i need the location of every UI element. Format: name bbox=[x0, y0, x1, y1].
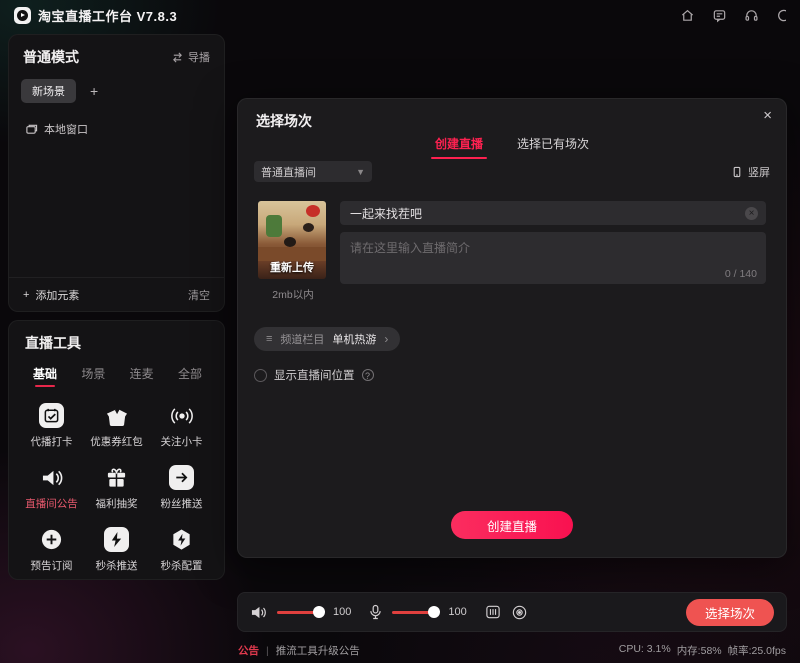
message-icon[interactable] bbox=[712, 8, 727, 23]
show-location-option[interactable]: 显示直播间位置 ? bbox=[254, 367, 374, 383]
add-scene-button[interactable]: + bbox=[90, 83, 98, 99]
tab-co-stream[interactable]: 连麦 bbox=[130, 365, 154, 387]
cover-art bbox=[306, 205, 320, 217]
fps-stat: 帧率:25.0fps bbox=[728, 643, 786, 658]
add-element-button[interactable]: + 添加元素 bbox=[23, 287, 79, 303]
live-description-input[interactable] bbox=[340, 232, 766, 284]
control-bar: 100 100 选择场次 bbox=[237, 592, 787, 632]
window-icon bbox=[25, 123, 38, 135]
tab-basic[interactable]: 基础 bbox=[33, 365, 57, 387]
tab-select-existing[interactable]: 选择已有场次 bbox=[517, 135, 589, 159]
portrait-mode-button[interactable]: 竖屏 bbox=[731, 164, 770, 180]
tab-all[interactable]: 全部 bbox=[178, 365, 202, 387]
scene-panel: 普通模式 导播 新场景 + 本地窗口 + 添加元素 清空 bbox=[8, 34, 225, 312]
notice-text[interactable]: 推流工具升级公告 bbox=[276, 643, 360, 658]
reupload-button[interactable]: 重新上传 bbox=[258, 259, 326, 275]
mode-title: 普通模式 bbox=[23, 47, 79, 67]
mic-slider[interactable] bbox=[392, 611, 438, 614]
upload-size-hint: 2mb以内 bbox=[258, 287, 328, 302]
tools-title: 直播工具 bbox=[19, 333, 214, 353]
modal-title: 选择场次 bbox=[256, 111, 312, 131]
tool-item[interactable]: 粉丝推送 bbox=[149, 465, 214, 511]
cover-image[interactable]: 重新上传 bbox=[258, 201, 326, 279]
tool-item[interactable]: 直播间公告 bbox=[19, 465, 84, 511]
tool-item[interactable]: 代播打卡 bbox=[19, 403, 84, 449]
help-icon[interactable]: ? bbox=[362, 369, 374, 381]
broadcast-icon bbox=[170, 403, 194, 428]
notice-badge: 公告 bbox=[238, 643, 259, 658]
app-logo-icon bbox=[14, 7, 31, 24]
create-live-button[interactable]: 创建直播 bbox=[451, 511, 573, 539]
live-title-input[interactable] bbox=[340, 201, 766, 225]
flash-sale-config-icon bbox=[170, 527, 193, 552]
tool-item[interactable]: 关注小卡 bbox=[149, 403, 214, 449]
record-target-icon[interactable] bbox=[511, 604, 528, 621]
chevron-right-icon: › bbox=[384, 332, 388, 346]
director-switch-button[interactable]: 导播 bbox=[171, 49, 210, 65]
chevron-down-icon: ▼ bbox=[356, 167, 365, 177]
layer-item-local-window[interactable]: 本地窗口 bbox=[9, 103, 224, 137]
speaker-volume-icon[interactable] bbox=[250, 605, 267, 620]
swap-arrows-icon bbox=[171, 52, 184, 63]
category-selector[interactable]: ≡ 频道栏目 单机热游 › bbox=[254, 327, 400, 351]
tool-item[interactable]: 秒杀推送 bbox=[84, 527, 149, 573]
mic-slider-knob[interactable] bbox=[428, 606, 440, 618]
tools-tabs: 基础 场景 连麦 全部 bbox=[19, 353, 214, 387]
plus-icon: + bbox=[23, 289, 29, 301]
titlebar: 淘宝直播工作台 V7.8.3 bbox=[0, 0, 800, 30]
cpu-stat: CPU: 3.1% bbox=[619, 643, 671, 658]
volume-value: 100 bbox=[333, 606, 351, 618]
mic-value: 100 bbox=[448, 606, 466, 618]
calendar-check-icon bbox=[39, 403, 64, 428]
fan-push-arrow-icon bbox=[169, 465, 194, 490]
tool-item[interactable]: 预告订阅 bbox=[19, 527, 84, 573]
close-icon[interactable]: × bbox=[763, 107, 772, 124]
status-bar: 公告 | 推流工具升级公告 CPU: 3.1% 内存:58% 帧率:25.0fp… bbox=[0, 638, 800, 663]
volume-slider-knob[interactable] bbox=[313, 606, 325, 618]
char-counter: 0 / 140 bbox=[725, 268, 757, 280]
volume-slider[interactable] bbox=[277, 611, 323, 614]
tools-grid: 代播打卡 优惠券红包 关注小卡 直播间公告 bbox=[19, 403, 214, 573]
live-tools-panel: 直播工具 基础 场景 连麦 全部 代播打卡 优惠券红包 bbox=[8, 320, 225, 580]
tool-item[interactable]: 优惠券红包 bbox=[84, 403, 149, 449]
app-title: 淘宝直播工作台 V7.8.3 bbox=[38, 6, 177, 25]
select-session-modal: 选择场次 × 创建直播 选择已有场次 普通直播间 ▼ 竖屏 bbox=[237, 98, 787, 558]
minimize-icon[interactable] bbox=[776, 8, 786, 23]
clear-button[interactable]: 清空 bbox=[188, 287, 210, 303]
subscribe-plus-icon bbox=[40, 527, 63, 552]
headset-icon[interactable] bbox=[744, 8, 759, 23]
system-stats: CPU: 3.1% 内存:58% 帧率:25.0fps bbox=[619, 643, 786, 658]
coupon-red-packet-icon bbox=[104, 403, 129, 428]
location-checkbox[interactable] bbox=[254, 369, 267, 382]
portrait-screen-icon bbox=[731, 166, 743, 178]
list-icon: ≡ bbox=[266, 333, 272, 345]
mixer-icon[interactable] bbox=[485, 604, 501, 620]
gift-lottery-icon bbox=[105, 465, 128, 490]
tab-scene[interactable]: 场景 bbox=[81, 365, 105, 387]
modal-tabs: 创建直播 选择已有场次 bbox=[238, 135, 786, 159]
tool-item[interactable]: 福利抽奖 bbox=[84, 465, 149, 511]
memory-stat: 内存:58% bbox=[677, 643, 722, 658]
scene-tab-new[interactable]: 新场景 bbox=[21, 79, 76, 103]
select-session-button[interactable]: 选择场次 bbox=[686, 599, 774, 626]
tool-item[interactable]: 秒杀配置 bbox=[149, 527, 214, 573]
room-type-dropdown[interactable]: 普通直播间 ▼ bbox=[254, 161, 372, 182]
announcement-speaker-icon bbox=[40, 465, 64, 490]
clear-input-icon[interactable]: × bbox=[745, 207, 758, 220]
home-icon[interactable] bbox=[680, 8, 695, 23]
microphone-icon[interactable] bbox=[369, 604, 382, 620]
tab-create-live[interactable]: 创建直播 bbox=[435, 135, 483, 159]
flash-sale-push-icon bbox=[104, 527, 129, 552]
